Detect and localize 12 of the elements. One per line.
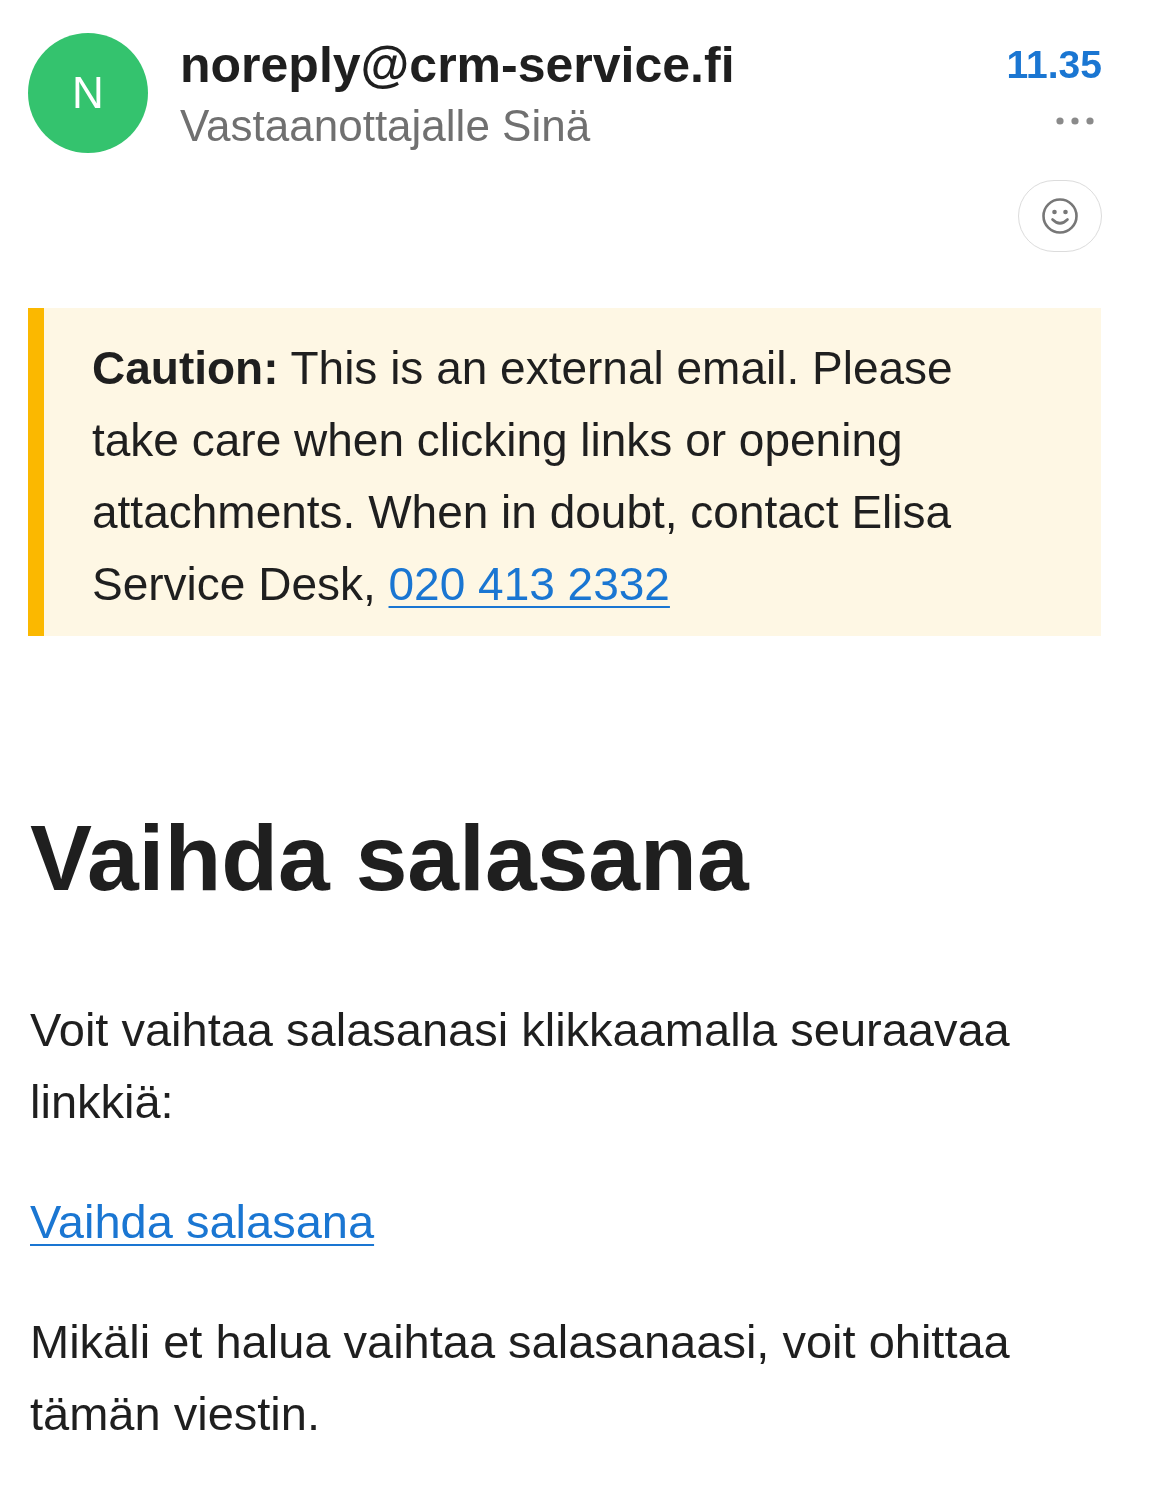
more-icon[interactable]	[1056, 117, 1094, 125]
phone-link[interactable]: 020 413 2332	[388, 558, 670, 610]
smiley-icon	[1042, 198, 1078, 234]
recipient-line: Vastaanottajalle Sinä	[180, 101, 592, 151]
email-heading: Vaihda salasana	[30, 808, 749, 908]
body-paragraph: Mikäli et halua vaihtaa salasanaasi, voit ohittaa tämän viestin.	[30, 1314, 1011, 1442]
sender-address: noreply@crm-service.fi	[180, 37, 735, 93]
caution-text: Caution: This is an external email. Please take care when clicking links or opening attachments. When in doubt, contact Elisa Service Desk, 020 413 2332	[92, 341, 954, 612]
body-paragraph: Voit vaihtaa salasanasi klikkaamalla seuraavaa linkkiä:	[30, 1002, 1011, 1130]
sender-avatar: N	[28, 33, 148, 153]
message-time: 11.35	[1006, 43, 1102, 87]
reset-password-link[interactable]: Vaihda salasana	[30, 1186, 375, 1258]
